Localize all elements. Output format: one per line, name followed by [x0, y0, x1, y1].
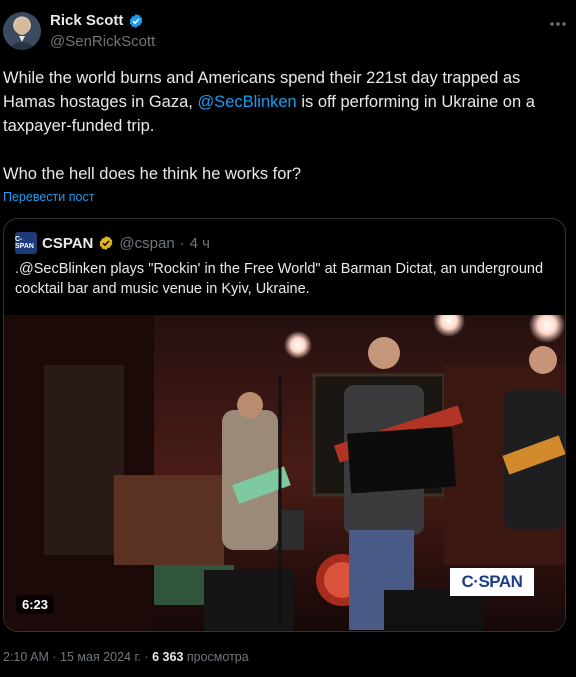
cspan-avatar[interactable]: C-SPAN [15, 232, 37, 254]
gold-verified-badge-icon [100, 236, 113, 250]
video-duration: 6:23 [16, 595, 55, 614]
tweet-date[interactable]: 15 мая 2024 г. [60, 650, 141, 664]
quoted-time[interactable]: 4 ч [190, 235, 210, 252]
tweet-text: While the world burns and Americans spen… [3, 66, 568, 186]
more-icon[interactable] [548, 14, 568, 34]
separator: · [52, 650, 57, 664]
separator: · [144, 650, 149, 664]
mention-link[interactable]: @SecBlinken [197, 93, 296, 111]
separator: · [179, 234, 185, 252]
quoted-text: .@SecBlinken plays "Rockin' in the Free … [15, 261, 544, 297]
cspan-watermark: C·SPAN [450, 568, 534, 596]
quoted-author-name[interactable]: CSPAN [42, 235, 93, 252]
translate-post-link[interactable]: Перевести пост [3, 190, 94, 204]
views-count: 6 363 [152, 650, 184, 664]
quoted-author-handle[interactable]: @cspan [119, 235, 174, 252]
tweet-text-line2: Who the hell does he think he works for? [3, 165, 302, 183]
verified-badge-icon [129, 13, 143, 28]
author-name[interactable]: Rick Scott [50, 12, 123, 29]
tweet-time[interactable]: 2:10 AM [3, 650, 49, 664]
views-label: просмотра [186, 650, 249, 664]
author-handle[interactable]: @SenRickScott [50, 33, 155, 50]
avatar[interactable] [3, 12, 41, 50]
tweet-header: Rick Scott @SenRickScott [0, 0, 576, 62]
video-player[interactable]: 6:23 C·SPAN [4, 315, 565, 631]
tweet-meta: 2:10 AM · 15 мая 2024 г. · 6 363 просмот… [3, 650, 249, 664]
quoted-tweet[interactable]: C-SPAN CSPAN @cspan · 4 ч .@SecBlinken p… [3, 218, 566, 632]
